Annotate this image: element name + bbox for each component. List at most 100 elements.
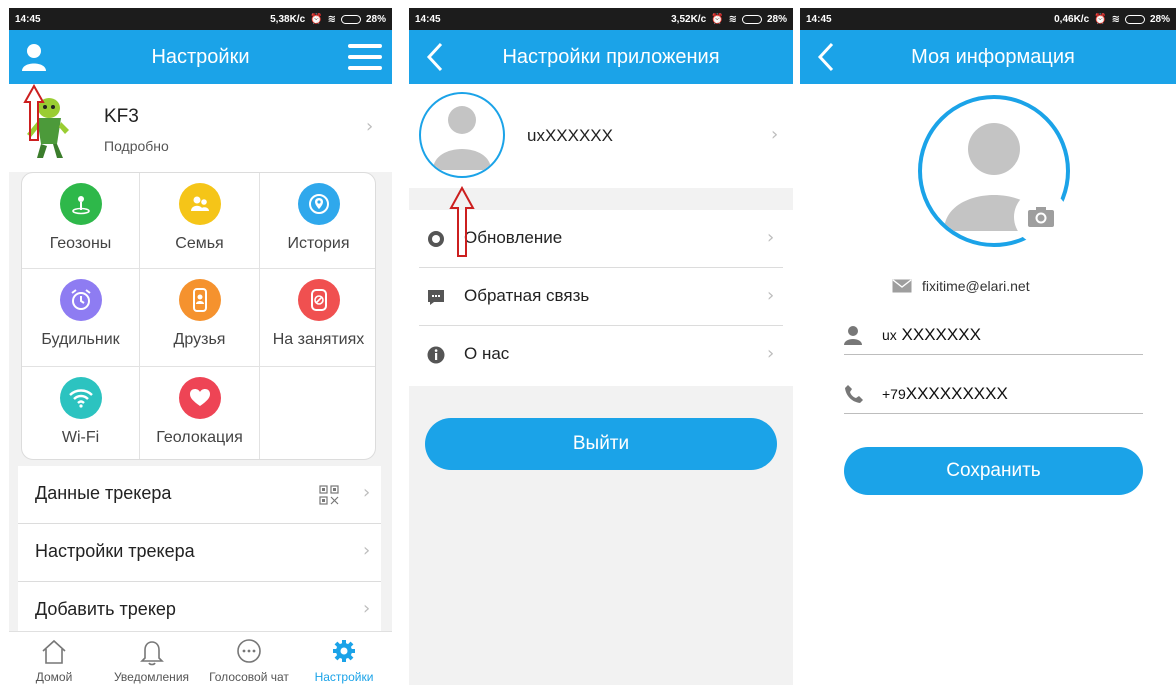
history-icon — [297, 183, 340, 225]
page-title: Настройки приложения — [502, 46, 720, 68]
friends-icon — [178, 279, 221, 321]
status-battery: 28% — [365, 13, 386, 25]
chevron-right-icon: › — [363, 598, 371, 619]
tab-settings[interactable]: Настройки — [306, 632, 382, 685]
tab-home[interactable]: Домой — [19, 632, 89, 685]
user-profile-row[interactable]: uxXXXXXX › — [409, 84, 793, 188]
phone-value: XXXXXXXXX — [905, 384, 1008, 403]
class-mode-icon — [297, 279, 340, 321]
envelope-icon — [892, 279, 912, 293]
annotation-arrow-icon — [449, 186, 475, 257]
app-settings-screen: 14:45 3,52K/c ⏰ ≋ 28% Настройки приложен… — [409, 8, 793, 685]
list-item-label: Обратная связь — [464, 286, 590, 305]
grid-item-label: Геолокация — [156, 429, 243, 446]
bell-icon — [139, 641, 164, 666]
alarm-icon — [59, 279, 102, 321]
wifi-status-icon: ≋ — [728, 13, 737, 25]
heart-icon — [178, 377, 221, 419]
wifi-status-icon: ≋ — [1111, 13, 1120, 25]
username-prefix: ux — [882, 327, 897, 343]
grid-item-history[interactable]: История — [260, 173, 375, 269]
geofence-icon — [59, 183, 102, 225]
grid-item-label: Друзья — [173, 331, 226, 348]
status-time: 14:45 — [415, 13, 441, 25]
tracker-profile-row[interactable]: KF3 Подробно › — [9, 84, 392, 172]
grid-item-geofences[interactable]: Геозоны — [22, 173, 140, 269]
tracker-name: KF3 — [104, 106, 139, 127]
gear-icon — [333, 640, 355, 662]
status-speed: 3,52K/c — [671, 13, 707, 25]
email-value: fixitime@elari.net — [922, 278, 1030, 294]
chevron-right-icon: › — [767, 285, 775, 306]
settings-screen: 14:45 5,38K/c ⏰ ≋ 28% Настройки KF3 Подр… — [9, 8, 392, 685]
annotation-arrow-icon — [23, 84, 45, 141]
grid-item-family[interactable]: Семья — [140, 173, 260, 269]
list-item-label: Данные трекера — [35, 483, 172, 503]
alarm-status-icon: ⏰ — [310, 13, 323, 25]
tab-voice-chat[interactable]: Голосовой чат — [202, 632, 296, 685]
chat-bubble-icon — [237, 639, 261, 663]
tracker-data-row[interactable]: Данные трекера › — [18, 466, 381, 524]
user-icon — [844, 326, 862, 345]
grid-item-label: Будильник — [41, 331, 120, 348]
wifi-icon — [59, 377, 102, 419]
chevron-right-icon: › — [363, 482, 371, 503]
info-icon — [427, 346, 445, 364]
username-field[interactable]: ux XXXXXXX — [844, 315, 1143, 355]
feedback-row[interactable]: Обратная связь › — [419, 268, 783, 326]
chevron-right-icon: › — [767, 343, 775, 364]
grid-item-label: На занятиях — [272, 331, 365, 348]
grid-item-geolocation[interactable]: Геолокация — [140, 367, 260, 459]
chevron-right-icon: › — [771, 124, 779, 145]
grid-item-alarm[interactable]: Будильник — [22, 269, 140, 367]
phone-prefix: +79 — [882, 386, 906, 402]
save-button[interactable]: Сохранить — [844, 447, 1143, 495]
status-battery: 28% — [766, 13, 787, 25]
tab-notifications[interactable]: Уведомления — [109, 632, 194, 685]
user-placeholder-icon — [433, 106, 491, 170]
grid-item-label: Геозоны — [49, 235, 112, 252]
phone-field[interactable]: +79XXXXXXXXX — [844, 374, 1143, 414]
wifi-status-icon: ≋ — [327, 13, 336, 25]
hamburger-menu-icon[interactable] — [348, 44, 382, 70]
change-photo-button[interactable] — [1014, 190, 1068, 244]
logout-button[interactable]: Выйти — [425, 418, 777, 470]
grid-item-empty — [260, 367, 375, 459]
update-icon — [428, 231, 444, 247]
camera-icon — [1028, 207, 1054, 227]
battery-icon — [741, 14, 762, 24]
app-bar: Настройки приложения — [409, 30, 793, 84]
status-time: 14:45 — [15, 13, 41, 25]
grid-item-label: История — [287, 235, 350, 252]
about-row[interactable]: О нас › — [419, 326, 783, 384]
my-info-screen: 14:45 0,46K/c ⏰ ≋ 28% Моя информация fix… — [800, 8, 1176, 685]
status-battery: 28% — [1149, 13, 1170, 25]
alarm-status-icon: ⏰ — [711, 13, 724, 25]
grid-item-class-mode[interactable]: На занятиях — [260, 269, 375, 367]
user-avatar[interactable] — [419, 92, 505, 178]
qr-code-icon[interactable] — [319, 485, 339, 505]
battery-icon — [1124, 14, 1145, 24]
list-item-label: Настройки трекера — [35, 541, 195, 561]
email-row: fixitime@elari.net — [892, 278, 1030, 294]
app-bar: Моя информация — [800, 30, 1176, 84]
tracker-settings-row[interactable]: Настройки трекера › — [18, 524, 381, 582]
app-bar: Настройки — [9, 30, 392, 84]
list-item-label: Добавить трекер — [35, 599, 176, 619]
page-title: Моя информация — [911, 46, 1075, 68]
battery-icon — [340, 14, 361, 24]
list-item-label: Обновление — [464, 228, 563, 247]
grid-item-label: Wi-Fi — [61, 429, 100, 446]
username: uxXXXXXX — [527, 126, 613, 145]
grid-item-friends[interactable]: Друзья — [140, 269, 260, 367]
grid-item-wifi[interactable]: Wi-Fi — [22, 367, 140, 459]
alarm-status-icon: ⏰ — [1094, 13, 1107, 25]
features-grid: Геозоны Семья История Будильник Друзья Н… — [21, 172, 376, 460]
bottom-tab-bar: Домой Уведомления Голосовой чат Настройк… — [9, 631, 392, 685]
screenshot-collage: 14:45 5,38K/c ⏰ ≋ 28% Настройки KF3 Подр… — [0, 0, 1176, 685]
tracker-details-link: Подробно — [104, 138, 169, 154]
status-time: 14:45 — [806, 13, 832, 25]
username-value: XXXXXXX — [901, 325, 981, 344]
page-title: Настройки — [151, 46, 250, 68]
status-bar: 14:45 3,52K/c ⏰ ≋ 28% — [409, 8, 793, 30]
